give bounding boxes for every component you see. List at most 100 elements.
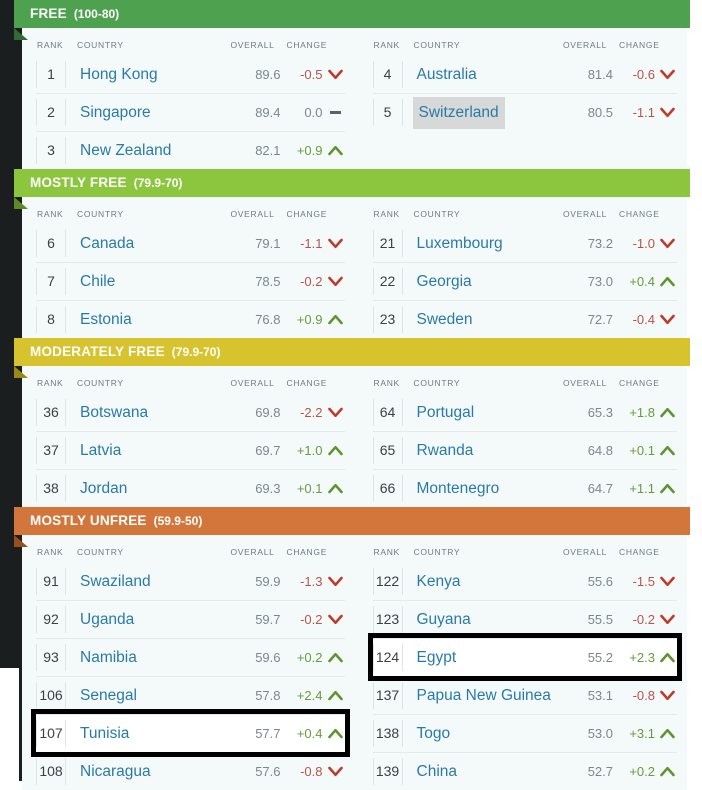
country-name-link[interactable]: Georgia xyxy=(413,267,476,297)
country-cell[interactable]: Uganda xyxy=(66,605,225,635)
country-name-link[interactable]: Nicaragua xyxy=(76,757,155,787)
section-title: MOSTLY FREE xyxy=(30,175,127,190)
table-row[interactable]: 36 Botswana 69.8 -2.2 xyxy=(36,394,345,431)
country-cell[interactable]: Luxembourg xyxy=(403,229,558,259)
table-row[interactable]: 91 Swaziland 59.9 -1.3 xyxy=(36,563,345,600)
country-cell[interactable]: Hong Kong xyxy=(66,60,225,90)
table-row[interactable]: 38 Jordan 69.3 +0.1 xyxy=(36,469,345,507)
country-name-link[interactable]: Kenya xyxy=(413,567,465,597)
change-cell: 0.0 xyxy=(285,105,345,120)
country-name-link[interactable]: China xyxy=(413,757,462,787)
country-name-link[interactable]: Egypt xyxy=(413,643,461,673)
table-row[interactable]: 64 Portugal 65.3 +1.8 xyxy=(372,394,678,431)
table-row[interactable]: 23 Sweden 72.7 -0.4 xyxy=(372,300,677,338)
country-cell[interactable]: Canada xyxy=(66,229,225,259)
table-row[interactable]: 3 New Zealand 82.1 +0.9 xyxy=(36,131,345,169)
column-headers: RANK COUNTRY OVERALL CHANGE xyxy=(36,28,345,56)
table-row[interactable]: 66 Montenegro 64.7 +1.1 xyxy=(372,469,677,507)
country-name-link[interactable]: Botswana xyxy=(76,398,152,428)
table-row[interactable]: 37 Latvia 69.7 +1.0 xyxy=(36,431,345,469)
table-row[interactable]: 107 Tunisia 57.7 +0.4 xyxy=(31,709,350,757)
country-cell[interactable]: Nicaragua xyxy=(66,757,225,787)
country-cell[interactable]: Chile xyxy=(66,267,225,297)
country-name-link[interactable]: Namibia xyxy=(76,643,141,673)
country-name-link[interactable]: Tunisia xyxy=(76,719,133,749)
country-name-link[interactable]: Estonia xyxy=(76,305,136,335)
table-row[interactable]: 6 Canada 79.1 -1.1 xyxy=(36,225,345,262)
country-name-link[interactable]: Latvia xyxy=(76,436,125,466)
country-cell[interactable]: Australia xyxy=(403,60,558,90)
country-name-link[interactable]: Togo xyxy=(413,719,455,749)
country-cell[interactable]: Sweden xyxy=(403,305,558,335)
country-cell[interactable]: Tunisia xyxy=(66,719,225,749)
country-name-link[interactable]: Hong Kong xyxy=(76,60,162,90)
country-name-link[interactable]: Chile xyxy=(76,267,119,297)
table-row[interactable]: 108 Nicaragua 57.6 -0.8 xyxy=(36,752,345,790)
country-name-link[interactable]: Portugal xyxy=(413,398,479,428)
country-name-link[interactable]: Guyana xyxy=(413,605,475,635)
country-cell[interactable]: Georgia xyxy=(403,267,558,297)
table-row[interactable]: 5 Switzerland 80.5 -1.1 xyxy=(372,93,677,131)
change-cell: -0.2 xyxy=(617,612,677,627)
country-cell[interactable]: Botswana xyxy=(66,398,225,428)
country-cell[interactable]: China xyxy=(403,757,558,787)
country-cell[interactable]: Kenya xyxy=(403,567,558,597)
country-cell[interactable]: Papua New Guinea xyxy=(403,681,558,711)
country-cell[interactable]: Switzerland xyxy=(403,96,558,129)
table-row[interactable]: 7 Chile 78.5 -0.2 xyxy=(36,262,345,300)
country-name-link[interactable]: Rwanda xyxy=(413,436,478,466)
table-row[interactable]: 1 Hong Kong 89.6 -0.5 xyxy=(36,56,345,93)
country-cell[interactable]: Estonia xyxy=(66,305,225,335)
table-row[interactable]: 21 Luxembourg 73.2 -1.0 xyxy=(372,225,678,262)
table-row[interactable]: 139 China 52.7 +0.2 xyxy=(372,752,677,790)
country-name-link[interactable]: Luxembourg xyxy=(413,229,507,259)
country-name-link[interactable]: Swaziland xyxy=(76,567,155,597)
country-cell[interactable]: New Zealand xyxy=(66,136,225,166)
table-row[interactable]: 22 Georgia 73.0 +0.4 xyxy=(372,262,677,300)
country-cell[interactable]: Togo xyxy=(403,719,558,749)
table-row[interactable]: 65 Rwanda 64.8 +0.1 xyxy=(372,431,677,469)
table-row[interactable]: 122 Kenya 55.6 -1.5 xyxy=(372,563,678,600)
country-cell[interactable]: Latvia xyxy=(66,436,225,466)
table-row[interactable]: 106 Senegal 57.8 +2.4 xyxy=(36,676,345,714)
country-cell[interactable]: Montenegro xyxy=(403,474,558,504)
table-row[interactable]: 4 Australia 81.4 -0.6 xyxy=(372,56,678,93)
change-value: -1.0 xyxy=(632,236,655,251)
country-name-link[interactable]: Papua New Guinea xyxy=(413,681,555,711)
table-row[interactable]: 2 Singapore 89.4 0.0 xyxy=(36,93,345,131)
country-name-link[interactable]: Uganda xyxy=(76,605,138,635)
country-cell[interactable]: Jordan xyxy=(66,474,225,504)
country-cell[interactable]: Singapore xyxy=(66,98,225,128)
country-name-link[interactable]: Jordan xyxy=(76,474,131,504)
header-change: CHANGE xyxy=(619,378,660,388)
country-cell[interactable]: Rwanda xyxy=(403,436,558,466)
table-row[interactable]: 138 Togo 53.0 +3.1 xyxy=(372,714,677,752)
table-row[interactable]: 93 Namibia 59.6 +0.2 xyxy=(36,638,345,676)
table-row[interactable]: 124 Egypt 55.2 +2.3 xyxy=(367,633,682,681)
overall-score: 65.3 xyxy=(587,405,613,420)
rank-cell: 1 xyxy=(36,61,66,88)
country-cell[interactable]: Swaziland xyxy=(66,567,225,597)
country-cell[interactable]: Guyana xyxy=(403,605,558,635)
table-row[interactable]: 92 Uganda 59.7 -0.2 xyxy=(36,600,345,638)
overall-score: 69.3 xyxy=(255,481,281,496)
table-row[interactable]: 123 Guyana 55.5 -0.2 xyxy=(372,600,677,638)
country-cell[interactable]: Egypt xyxy=(403,643,558,673)
country-cell[interactable]: Senegal xyxy=(66,681,225,711)
country-name-link[interactable]: Singapore xyxy=(76,98,155,128)
change-cell: -1.5 xyxy=(617,574,677,589)
country-name-link[interactable]: Switzerland xyxy=(412,96,505,129)
country-name-link[interactable]: New Zealand xyxy=(76,136,175,166)
table-row[interactable]: 8 Estonia 76.8 +0.9 xyxy=(36,300,345,338)
header-change: CHANGE xyxy=(286,547,328,557)
change-value: -0.2 xyxy=(300,274,323,289)
country-name-link[interactable]: Sweden xyxy=(413,305,477,335)
country-cell[interactable]: Namibia xyxy=(66,643,225,673)
country-name-link[interactable]: Canada xyxy=(76,229,138,259)
country-name-link[interactable]: Australia xyxy=(413,60,481,90)
change-value: +1.8 xyxy=(629,405,655,420)
country-name-link[interactable]: Montenegro xyxy=(413,474,504,504)
country-cell[interactable]: Portugal xyxy=(403,398,558,428)
table-row[interactable]: 137 Papua New Guinea 53.1 -0.8 xyxy=(372,676,677,714)
country-name-link[interactable]: Senegal xyxy=(76,681,141,711)
